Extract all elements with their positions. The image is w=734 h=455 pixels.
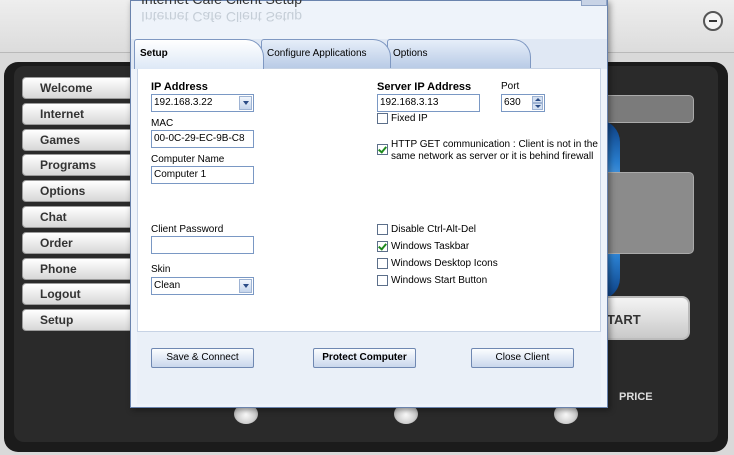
port-value: 630 <box>504 97 521 108</box>
chevron-down-icon[interactable] <box>239 96 252 110</box>
mac-field[interactable]: 00-0C-29-EC-9B-C8 <box>151 130 254 148</box>
minimize-icon[interactable] <box>703 11 723 31</box>
http-get-label-line1: HTTP GET communication : Client is not i… <box>391 139 598 150</box>
ip-address-label: IP Address <box>151 81 208 93</box>
port-label: Port <box>501 81 520 92</box>
ip-address-select[interactable]: 192.168.3.22 <box>151 94 254 112</box>
dialog-title: Internet Cafe Client Setup <box>141 0 302 7</box>
sidebar-item-logout[interactable]: Logout <box>22 283 134 306</box>
http-get-checkbox[interactable] <box>377 144 388 155</box>
windows-desktop-icons-label: Windows Desktop Icons <box>391 258 498 269</box>
dialog-close-button[interactable] <box>581 0 607 6</box>
button-bar <box>137 332 601 404</box>
skin-value: Clean <box>154 280 181 291</box>
client-password-label: Client Password <box>151 224 224 235</box>
sidebar-item-phone[interactable]: Phone <box>22 257 134 280</box>
start-button[interactable]: TART <box>600 296 690 340</box>
save-connect-button[interactable]: Save & Connect <box>151 348 254 368</box>
sidebar-item-setup[interactable]: Setup <box>22 309 134 332</box>
disable-ctrl-alt-del-label: Disable Ctrl-Alt-Del <box>391 224 477 235</box>
skin-label: Skin <box>151 264 171 275</box>
windows-start-button-label: Windows Start Button <box>391 275 488 286</box>
chevron-down-icon[interactable] <box>239 279 252 293</box>
sidebar-item-programs[interactable]: Programs <box>22 154 134 177</box>
windows-taskbar-label: Windows Taskbar <box>391 241 470 252</box>
sidebar-item-order[interactable]: Order <box>22 231 134 254</box>
sidebar-item-chat[interactable]: Chat <box>22 205 134 228</box>
windows-start-button-checkbox[interactable] <box>377 275 388 286</box>
price-label: PRICE <box>619 391 653 403</box>
computer-name-field[interactable]: Computer 1 <box>151 166 254 184</box>
tab-configure-applications[interactable]: Configure Applications <box>261 39 391 68</box>
protect-computer-button[interactable]: Protect Computer <box>313 348 416 368</box>
fixed-ip-label: Fixed IP <box>391 113 428 124</box>
sidebar-item-games[interactable]: Games <box>22 128 134 151</box>
windows-desktop-icons-checkbox[interactable] <box>377 258 388 269</box>
server-ip-field[interactable]: 192.168.3.13 <box>377 94 480 112</box>
sidebar-item-options[interactable]: Options <box>22 180 134 203</box>
info-panel-middle <box>600 172 694 254</box>
client-password-field[interactable] <box>151 236 254 254</box>
fixed-ip-checkbox[interactable] <box>377 113 388 124</box>
ip-address-value: 192.168.3.22 <box>154 97 213 108</box>
http-get-label-line2: same network as server or it is behind f… <box>391 151 594 162</box>
server-ip-label: Server IP Address <box>377 81 472 93</box>
skin-select[interactable]: Clean <box>151 277 254 295</box>
tab-setup[interactable]: Setup <box>134 39 264 69</box>
setup-dialog: Internet Cafe Client Setup Internet Cafe… <box>130 0 608 408</box>
dialog-title-reflection: Internet Cafe Client Setup <box>141 9 303 25</box>
sidebar: Welcome Internet Games Programs Options … <box>22 77 134 335</box>
windows-taskbar-checkbox[interactable] <box>377 241 388 252</box>
disable-ctrl-alt-del-checkbox[interactable] <box>377 224 388 235</box>
computer-name-label: Computer Name <box>151 154 225 165</box>
sidebar-item-welcome[interactable]: Welcome <box>22 77 134 99</box>
close-client-button[interactable]: Close Client <box>471 348 574 368</box>
info-panel-top <box>600 95 694 123</box>
mac-label: MAC <box>151 118 174 129</box>
tab-options[interactable]: Options <box>387 39 531 68</box>
sidebar-item-internet[interactable]: Internet <box>22 102 134 125</box>
port-stepper[interactable]: 630 <box>501 94 545 112</box>
spinner-icon[interactable] <box>532 96 543 110</box>
